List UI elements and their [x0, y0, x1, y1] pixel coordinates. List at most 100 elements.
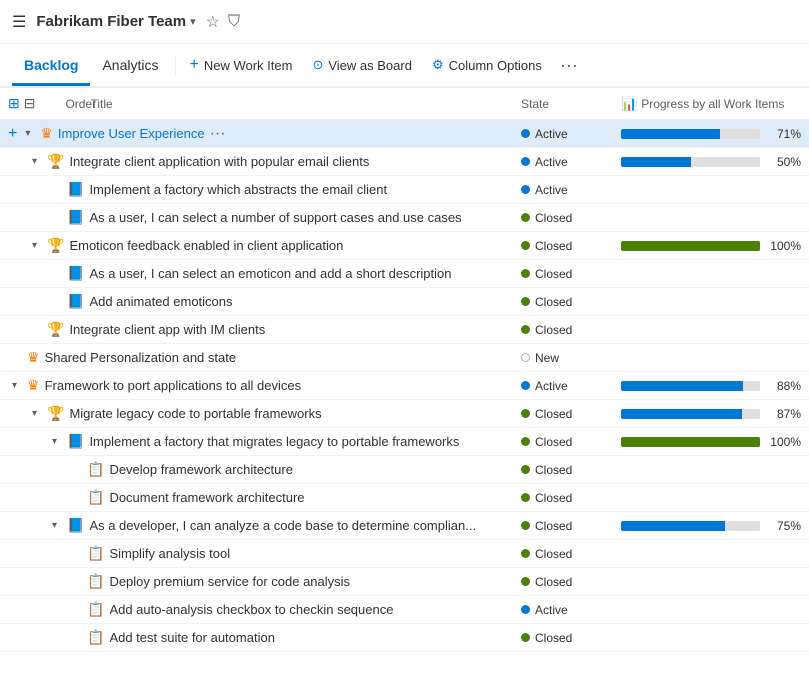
table-row: ▾ 📘 As a developer, I can analyze a code… [0, 512, 809, 540]
progress-bar [621, 381, 760, 391]
row-state: Active [521, 127, 621, 141]
progress-fill [621, 157, 691, 167]
nav-backlog[interactable]: Backlog [12, 47, 90, 86]
row-content: 📋 Deploy premium service for code analys… [8, 573, 521, 590]
table-row: 📋 Add test suite for automation Closed [0, 624, 809, 652]
row-title[interactable]: Add auto-analysis checkbox to checkin se… [109, 602, 393, 617]
progress-pct: 100% [766, 435, 801, 449]
row-title[interactable]: Implement a factory that migrates legacy… [89, 434, 459, 449]
row-content: 📋 Add test suite for automation [8, 629, 521, 646]
task-icon: 📋 [87, 601, 104, 618]
row-state: Closed [521, 407, 621, 421]
row-title[interactable]: As a user, I can select an emoticon and … [89, 266, 451, 281]
row-title[interactable]: Integrate client application with popula… [69, 154, 369, 169]
row-title[interactable]: Document framework architecture [109, 490, 304, 505]
row-title[interactable]: Emoticon feedback enabled in client appl… [69, 238, 343, 253]
state-label: Closed [535, 575, 572, 589]
favorite-icon[interactable]: ☆ [206, 12, 220, 32]
row-content: 📘 Implement a factory which abstracts th… [8, 181, 521, 198]
team-name-dropdown-icon[interactable]: ▾ [190, 15, 196, 28]
state-label: Active [535, 183, 568, 197]
state-dot [521, 129, 530, 138]
row-title[interactable]: Framework to port applications to all de… [45, 378, 302, 393]
table-row: 🏆 Integrate client app with IM clients C… [0, 316, 809, 344]
row-title[interactable]: Implement a factory which abstracts the … [89, 182, 387, 197]
row-progress: 88% [621, 379, 801, 393]
hamburger-icon[interactable]: ☰ [12, 12, 26, 32]
table-row: 📋 Develop framework architecture Closed [0, 456, 809, 484]
row-state: Closed [521, 211, 621, 225]
expand-all-icon[interactable]: ⊟ [24, 95, 36, 112]
task-icon: 📋 [87, 629, 104, 646]
collapse-toggle[interactable]: ▾ [32, 156, 44, 167]
add-row-icon[interactable]: ⊞ [8, 95, 20, 112]
progress-fill [621, 241, 760, 251]
row-content: ▾ 📘 As a developer, I can analyze a code… [8, 517, 521, 534]
state-dot [521, 577, 530, 586]
row-title[interactable]: Simplify analysis tool [109, 546, 230, 561]
row-state: Closed [521, 435, 621, 449]
row-progress: 100% [621, 239, 801, 253]
collapse-toggle[interactable]: ▾ [52, 436, 64, 447]
state-dot [521, 213, 530, 222]
table-row: ▾ 📘 Implement a factory that migrates le… [0, 428, 809, 456]
row-title[interactable]: Shared Personalization and state [45, 350, 237, 365]
collapse-toggle[interactable]: ▾ [32, 240, 44, 251]
row-state: Active [521, 379, 621, 393]
row-title[interactable]: Migrate legacy code to portable framewor… [69, 406, 321, 421]
state-dot [521, 269, 530, 278]
row-state: Closed [521, 491, 621, 505]
progress-bar [621, 129, 760, 139]
row-title[interactable]: Integrate client app with IM clients [69, 322, 265, 337]
progress-header: 📊 Progress by all Work Items [621, 96, 801, 112]
row-state: Closed [521, 239, 621, 253]
new-work-item-button[interactable]: + New Work Item [180, 50, 303, 80]
state-dot [521, 465, 530, 474]
state-dot [521, 633, 530, 642]
row-more-button[interactable]: ··· [210, 125, 226, 143]
progress-pct: 71% [766, 127, 801, 141]
row-title[interactable]: As a user, I can select a number of supp… [89, 210, 461, 225]
view-as-board-button[interactable]: ⊙ View as Board [302, 51, 422, 79]
row-content: ▾ ♛ Framework to port applications to al… [8, 377, 521, 394]
state-label: Closed [535, 407, 572, 421]
row-title[interactable]: As a developer, I can analyze a code bas… [89, 518, 476, 533]
add-child-button[interactable]: + [8, 125, 17, 143]
row-title[interactable]: Develop framework architecture [109, 462, 293, 477]
top-bar-icons: ☆ ⛉ [206, 12, 240, 32]
story-icon: 📘 [67, 265, 84, 282]
state-label: Closed [535, 211, 572, 225]
state-dot [521, 549, 530, 558]
task-icon: 📋 [87, 461, 104, 478]
story-icon: 📘 [67, 517, 84, 534]
row-content: ♛ Shared Personalization and state [8, 349, 521, 366]
table-header: ⊞ ⊟ Order Title State 📊 Progress by all … [0, 88, 809, 120]
progress-fill [621, 129, 720, 139]
table-row: ▾ 🏆 Migrate legacy code to portable fram… [0, 400, 809, 428]
row-title[interactable]: Add animated emoticons [89, 294, 232, 309]
collapse-toggle[interactable]: ▾ [25, 128, 37, 139]
table-row: 📘 As a user, I can select an emoticon an… [0, 260, 809, 288]
nav-divider [175, 55, 176, 75]
row-content: 🏆 Integrate client app with IM clients [8, 321, 521, 338]
collapse-toggle[interactable]: ▾ [52, 520, 64, 531]
state-label: Active [535, 155, 568, 169]
row-title[interactable]: Add test suite for automation [109, 630, 274, 645]
row-title[interactable]: Improve User Experience [58, 126, 205, 141]
nav-analytics[interactable]: Analytics [90, 47, 170, 86]
state-dot [521, 493, 530, 502]
progress-fill [621, 521, 725, 531]
progress-fill [621, 409, 742, 419]
collapse-toggle[interactable]: ▾ [12, 380, 24, 391]
state-label: Active [535, 603, 568, 617]
row-title[interactable]: Deploy premium service for code analysis [109, 574, 350, 589]
row-state: Closed [521, 267, 621, 281]
state-dot [521, 325, 530, 334]
work-items-list: + ▾ ♛ Improve User Experience ··· Active… [0, 120, 809, 694]
row-content: ▾ ♛ Improve User Experience ··· [21, 125, 521, 143]
collapse-toggle[interactable]: ▾ [32, 408, 44, 419]
progress-bar [621, 157, 760, 167]
nav-more-button[interactable]: ··· [552, 51, 586, 80]
person-icon[interactable]: ⛉ [228, 13, 240, 31]
column-options-button[interactable]: ⚙ Column Options [422, 51, 552, 79]
